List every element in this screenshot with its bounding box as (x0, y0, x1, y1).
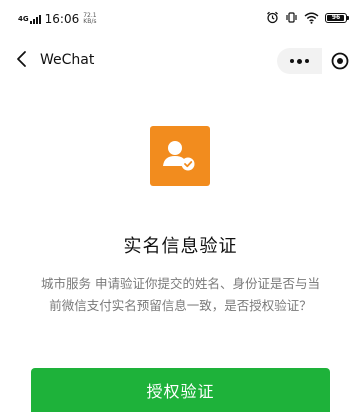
mini-program-capsule (277, 48, 357, 74)
page: 4G 16:06 72.1 KB/s 96 WeChat 实名信息验证 城市服务… (0, 0, 361, 412)
page-title: 实名信息验证 (123, 236, 238, 257)
status-time: 16:06 (44, 12, 80, 26)
description-line-2: 前微信支付实名预留信息一致，是否授权验证？ (49, 298, 312, 313)
battery-level: 96 (331, 13, 341, 21)
description-line-1: 城市服务 申请验证你提交的姓名、身份证是否与当 (41, 276, 320, 291)
nav-title: WeChat (40, 52, 95, 68)
status-bar: 4G 16:06 72.1 KB/s 96 (0, 0, 361, 34)
network-speed-unit: KB/s (83, 18, 97, 25)
verification-description: 城市服务 申请验证你提交的姓名、身份证是否与当 前微信支付实名预留信息一致，是否… (24, 273, 337, 317)
alarm-icon (267, 11, 278, 24)
authorize-verification-button[interactable]: 授权验证 (31, 368, 330, 412)
network-speed: 72.1 KB/s (83, 13, 96, 25)
back-icon[interactable] (14, 49, 32, 69)
status-right: 96 (266, 11, 349, 24)
more-icon[interactable] (277, 48, 322, 74)
close-icon[interactable] (329, 50, 351, 72)
nav-bar: WeChat (0, 40, 361, 80)
wifi-icon (304, 12, 319, 24)
network-type: 4G (18, 14, 29, 23)
vibrate-icon (286, 12, 297, 23)
signal-icon (29, 14, 41, 24)
status-left: 4G 16:06 72.1 KB/s (18, 12, 97, 26)
user-verified-icon (150, 126, 210, 186)
battery-icon: 96 (325, 12, 349, 23)
